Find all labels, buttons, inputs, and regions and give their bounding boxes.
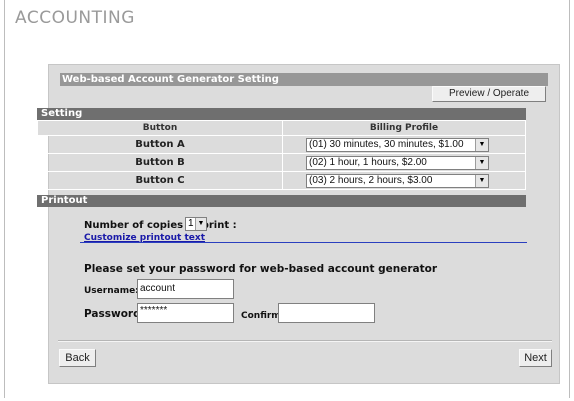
- chevron-down-icon[interactable]: ▼: [475, 156, 488, 169]
- password-instructions: Please set your password for web-based a…: [84, 263, 438, 275]
- billing-profile-select-a[interactable]: (01) 30 minutes, 30 minutes, $1.00 ▼: [306, 137, 489, 152]
- footer-divider-highlight: [58, 341, 552, 342]
- chevron-down-icon[interactable]: ▼: [195, 218, 206, 230]
- button-b-label: Button B: [37, 153, 283, 172]
- copies-label: Number of copies to print :: [84, 220, 237, 231]
- copies-value: 1: [188, 218, 194, 229]
- table-header-row: Button Billing Profile: [37, 120, 526, 136]
- billing-cell: (03) 2 hours, 2 hours, $3.00 ▼: [282, 171, 526, 190]
- chevron-down-icon[interactable]: ▼: [475, 174, 488, 187]
- setting-section-header: Setting: [37, 108, 526, 120]
- select-value: (03) 2 hours, 2 hours, $3.00: [309, 174, 433, 186]
- copies-select[interactable]: 1 ▼: [185, 217, 207, 231]
- back-button[interactable]: Back: [59, 349, 96, 367]
- button-c-label: Button C: [37, 171, 283, 190]
- panel-header: Web-based Account Generator Setting: [60, 73, 548, 86]
- page-frame: ACCOUNTING Web-based Account Generator S…: [4, 0, 570, 398]
- preview-operate-button[interactable]: Preview / Operate: [432, 86, 546, 102]
- table-row: Button B (02) 1 hour, 1 hours, $2.00 ▼: [37, 153, 526, 172]
- column-header-billing-profile: Billing Profile: [282, 120, 526, 136]
- select-value: (01) 30 minutes, 30 minutes, $1.00: [309, 138, 464, 150]
- username-label: Username:: [84, 286, 139, 296]
- table-row: Button A (01) 30 minutes, 30 minutes, $1…: [37, 135, 526, 154]
- chevron-down-icon[interactable]: ▼: [475, 138, 488, 151]
- page-title: ACCOUNTING: [15, 8, 135, 28]
- password-label: Password:: [84, 308, 145, 320]
- password-input[interactable]: *******: [137, 303, 234, 323]
- section-divider: [80, 242, 527, 243]
- billing-cell: (02) 1 hour, 1 hours, $2.00 ▼: [282, 153, 526, 172]
- next-button[interactable]: Next: [519, 349, 552, 367]
- setting-table: Button Billing Profile Button A (01) 30 …: [37, 120, 526, 190]
- table-row: Button C (03) 2 hours, 2 hours, $3.00 ▼: [37, 171, 526, 190]
- button-a-label: Button A: [37, 135, 283, 154]
- printout-section-header: Printout: [37, 195, 526, 207]
- select-value: (02) 1 hour, 1 hours, $2.00: [309, 156, 427, 168]
- column-header-button: Button: [37, 120, 283, 136]
- username-input[interactable]: account: [137, 279, 234, 299]
- billing-profile-select-c[interactable]: (03) 2 hours, 2 hours, $3.00 ▼: [306, 173, 489, 188]
- confirm-password-input[interactable]: [278, 303, 375, 323]
- billing-cell: (01) 30 minutes, 30 minutes, $1.00 ▼: [282, 135, 526, 154]
- billing-profile-select-b[interactable]: (02) 1 hour, 1 hours, $2.00 ▼: [306, 155, 489, 170]
